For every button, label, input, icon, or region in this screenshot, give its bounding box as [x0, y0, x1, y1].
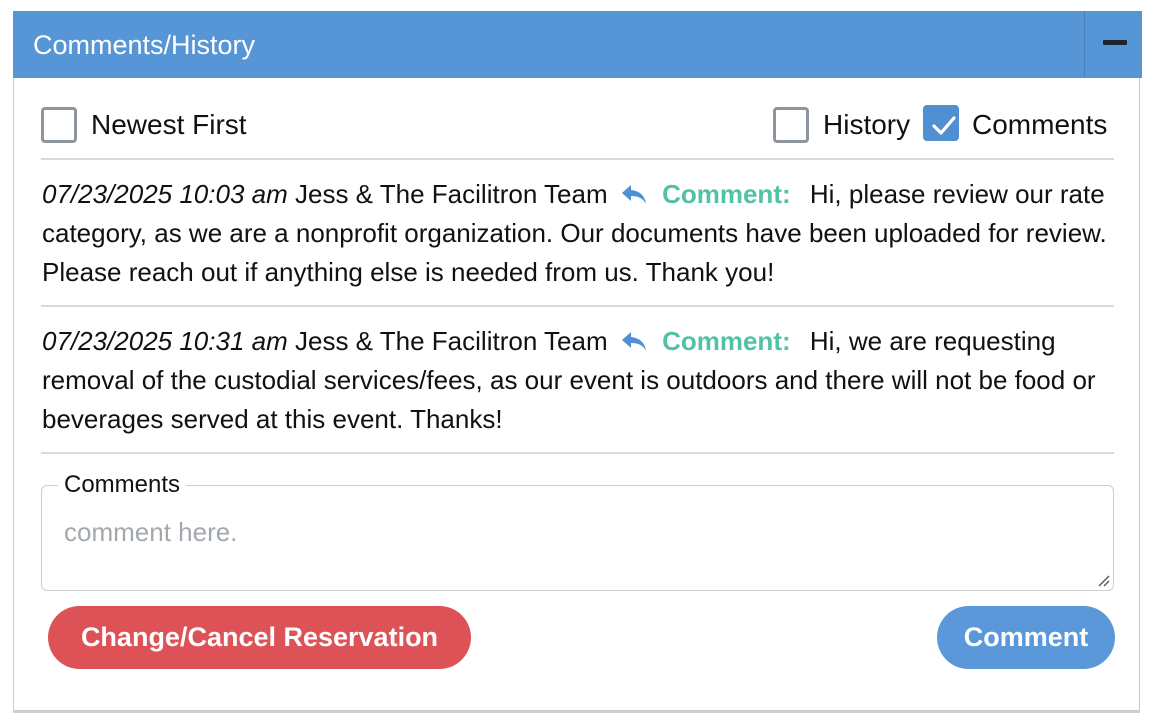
collapse-button[interactable]	[1084, 11, 1142, 78]
comments-label[interactable]: Comments	[972, 108, 1107, 142]
reply-icon	[621, 185, 646, 204]
entry-author: Jess & The Facilitron Team	[295, 179, 608, 209]
newest-first-label[interactable]: Newest First	[91, 108, 247, 142]
history-label[interactable]: History	[823, 108, 910, 142]
comment-fieldset: Comments	[41, 471, 1114, 599]
change-cancel-reservation-button[interactable]: Change/Cancel Reservation	[48, 606, 471, 669]
history-checkbox[interactable]	[773, 107, 809, 143]
entry-kind: Comment:	[662, 179, 791, 209]
resize-handle-icon[interactable]	[1096, 573, 1110, 587]
minus-icon	[1103, 40, 1127, 45]
entry-timestamp: 07/23/2025 10:03 am	[42, 179, 288, 209]
divider	[41, 158, 1114, 160]
divider	[41, 305, 1114, 307]
comments-checkbox[interactable]	[923, 105, 959, 141]
comment-legend: Comments	[64, 471, 181, 498]
panel-header: Comments/History	[13, 11, 1142, 78]
entry-timestamp: 07/23/2025 10:31 am	[42, 326, 288, 356]
history-entry: 07/23/2025 10:31 am Jess & The Facilitro…	[42, 322, 1117, 439]
checkmark-icon	[932, 116, 956, 135]
newest-first-checkbox[interactable]	[41, 107, 77, 143]
reply-icon	[621, 332, 646, 351]
history-entry: 07/23/2025 10:03 am Jess & The Facilitro…	[42, 175, 1117, 292]
entry-kind: Comment:	[662, 326, 791, 356]
comments-history-panel: Comments/History Newest First History Co…	[13, 11, 1142, 711]
comment-input[interactable]	[42, 511, 1113, 599]
divider	[41, 452, 1114, 454]
comment-button[interactable]: Comment	[937, 606, 1115, 669]
panel-title: Comments/History	[33, 30, 256, 60]
entry-author: Jess & The Facilitron Team	[295, 326, 608, 356]
